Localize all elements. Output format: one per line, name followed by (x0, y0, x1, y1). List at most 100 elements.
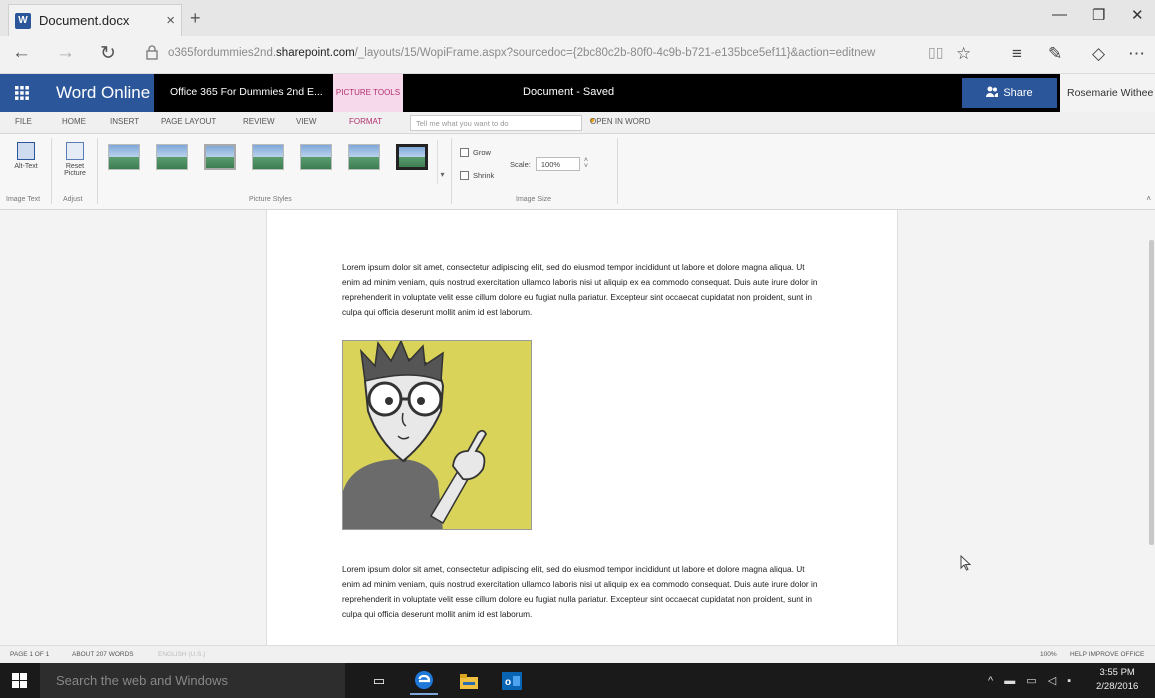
picture-style-7[interactable] (396, 144, 428, 170)
status-bar: PAGE 1 OF 1 ABOUT 207 WORDS ENGLISH (U.S… (0, 645, 1155, 663)
ribbon: Alt-Text Reset Picture ▾ Grow Shrink Sca… (0, 134, 1155, 210)
tab-review[interactable]: REVIEW (243, 117, 275, 126)
more-icon[interactable]: ⋯ (1128, 44, 1145, 64)
tell-me-input[interactable]: Tell me what you want to do (410, 115, 582, 131)
scale-spinner-icon[interactable]: ˄ ˅ (584, 157, 588, 170)
tab-file[interactable]: FILE (15, 117, 32, 126)
url-field[interactable]: o365fordummies2nd.sharepoint.com/_layout… (168, 47, 923, 59)
tab-page-layout[interactable]: PAGE LAYOUT (161, 117, 216, 126)
new-tab-icon[interactable]: + (190, 8, 201, 29)
url-domain: sharepoint.com (276, 47, 355, 59)
group-label-adjust: Adjust (63, 196, 83, 203)
gallery-more-icon[interactable]: ▾ (437, 140, 447, 184)
shrink-button[interactable]: Shrink (460, 171, 494, 180)
minimize-icon[interactable]: — (1052, 6, 1067, 23)
scale-label: Scale: (510, 159, 531, 169)
picture-style-4[interactable] (252, 144, 284, 170)
help-improve-office[interactable]: HELP IMPROVE OFFICE (1070, 651, 1144, 658)
picture-style-3[interactable] (204, 144, 236, 170)
alt-text-label: Alt-Text (14, 163, 38, 170)
picture-style-5[interactable] (300, 144, 332, 170)
group-label-image-size: Image Size (516, 196, 552, 203)
reading-view-icon[interactable]: ▯▯ (928, 44, 943, 61)
tab-home[interactable]: HOME (62, 117, 86, 126)
scale-control: Scale: 100% ˄ ˅ (510, 157, 588, 171)
forward-icon[interactable]: → (56, 42, 75, 64)
hub-icon[interactable]: ≡ (1012, 44, 1022, 64)
picture-styles-gallery (100, 140, 450, 184)
collapse-ribbon-icon[interactable]: ˄ (1146, 194, 1151, 203)
group-divider (617, 138, 618, 204)
share-browser-icon[interactable]: ◇ (1092, 44, 1105, 64)
outlook-icon[interactable]: o (498, 667, 526, 695)
word-header: Word Online Office 365 For Dummies 2nd E… (0, 74, 1155, 112)
tab-format[interactable]: FORMAT (349, 117, 382, 126)
restore-icon[interactable]: ❐ (1092, 6, 1105, 24)
reset-picture-button[interactable]: Reset Picture (56, 142, 94, 177)
picture-style-1[interactable] (108, 144, 140, 170)
reset-picture-icon (66, 142, 84, 160)
app-launcher-icon[interactable] (0, 74, 44, 112)
back-icon[interactable]: ← (12, 42, 31, 64)
address-bar: ← → ↻ o365fordummies2nd.sharepoint.com/_… (0, 36, 1155, 74)
close-tab-icon[interactable]: × (166, 12, 175, 29)
document-canvas: Lorem ipsum dolor sit amet, consectetur … (0, 210, 1155, 645)
grow-button[interactable]: Grow (460, 148, 491, 157)
picture-style-6[interactable] (348, 144, 380, 170)
group-divider (51, 138, 52, 204)
word-count: ABOUT 207 WORDS (72, 651, 134, 658)
share-button[interactable]: Share (962, 78, 1057, 108)
open-in-word-button[interactable]: OPEN IN WORD (590, 117, 650, 126)
zoom-level[interactable]: 100% (1040, 651, 1057, 658)
taskbar-search-input[interactable]: Search the web and Windows (40, 663, 345, 698)
favorite-star-icon[interactable]: ☆ (956, 44, 971, 64)
vertical-scrollbar[interactable] (1149, 240, 1154, 545)
tab-title: Document.docx (39, 13, 130, 28)
paragraph-1[interactable]: Lorem ipsum dolor sit amet, consectetur … (342, 260, 820, 320)
tab-view[interactable]: VIEW (296, 117, 316, 126)
share-people-icon (986, 86, 999, 100)
share-label: Share (1003, 87, 1033, 99)
document-status[interactable]: Document - Saved (523, 86, 614, 98)
grow-icon (460, 148, 469, 157)
taskbar: Search the web and Windows ▭ o ^ ▬ ▭ ◁ ▪… (0, 663, 1155, 698)
close-window-icon[interactable]: ✕ (1131, 6, 1144, 24)
shrink-label: Shrink (473, 171, 495, 180)
dummies-guy-image[interactable] (342, 340, 532, 530)
lock-icon (146, 45, 158, 63)
taskbar-clock[interactable]: 3:55 PM 2/28/2016 (1096, 666, 1138, 694)
url-prefix: o365fordummies2nd. (168, 47, 277, 59)
windows-start-icon[interactable] (12, 673, 28, 689)
browser-tab[interactable]: W Document.docx × (8, 4, 182, 36)
url-path: /_layouts/15/WopiFrame.aspx?sourcedoc={2… (354, 47, 876, 59)
reset-label-2: Picture (64, 170, 86, 177)
task-view-icon[interactable]: ▭ (365, 667, 393, 695)
web-note-icon[interactable]: ✎ (1048, 44, 1062, 64)
app-name[interactable]: Word Online (44, 74, 154, 112)
grow-label: Grow (473, 148, 491, 157)
word-doc-icon: W (15, 12, 31, 29)
system-tray-icons[interactable]: ^ ▬ ▭ ◁ ▪ (988, 674, 1075, 687)
picture-tools-label: PICTURE TOOLS (333, 74, 403, 112)
tab-insert[interactable]: INSERT (110, 117, 139, 126)
alt-text-icon (17, 142, 35, 160)
mouse-pointer-icon (960, 554, 972, 574)
breadcrumb-doc-library[interactable]: Office 365 For Dummies 2nd E... (170, 86, 323, 98)
scale-input[interactable]: 100% (535, 157, 580, 171)
clock-time: 3:55 PM (1099, 667, 1135, 678)
page-count: PAGE 1 OF 1 (10, 651, 50, 658)
user-name[interactable]: Rosemarie Withee (1060, 74, 1155, 112)
refresh-icon[interactable]: ↻ (100, 42, 116, 65)
document-page[interactable]: Lorem ipsum dolor sit amet, consectetur … (266, 210, 898, 645)
file-explorer-icon[interactable] (455, 667, 483, 695)
ribbon-tabs: FILE HOME INSERT PAGE LAYOUT REVIEW VIEW… (0, 112, 1155, 134)
group-divider (97, 138, 98, 204)
edge-browser-icon[interactable] (410, 667, 438, 695)
group-label-image-text: Image Text (6, 196, 41, 203)
language-indicator[interactable]: ENGLISH (U.S.) (158, 651, 205, 658)
alt-text-button[interactable]: Alt-Text (8, 142, 44, 170)
group-label-picture-styles: Picture Styles (249, 196, 292, 203)
paragraph-2[interactable]: Lorem ipsum dolor sit amet, consectetur … (342, 562, 820, 622)
svg-text:o: o (505, 677, 511, 688)
picture-style-2[interactable] (156, 144, 188, 170)
